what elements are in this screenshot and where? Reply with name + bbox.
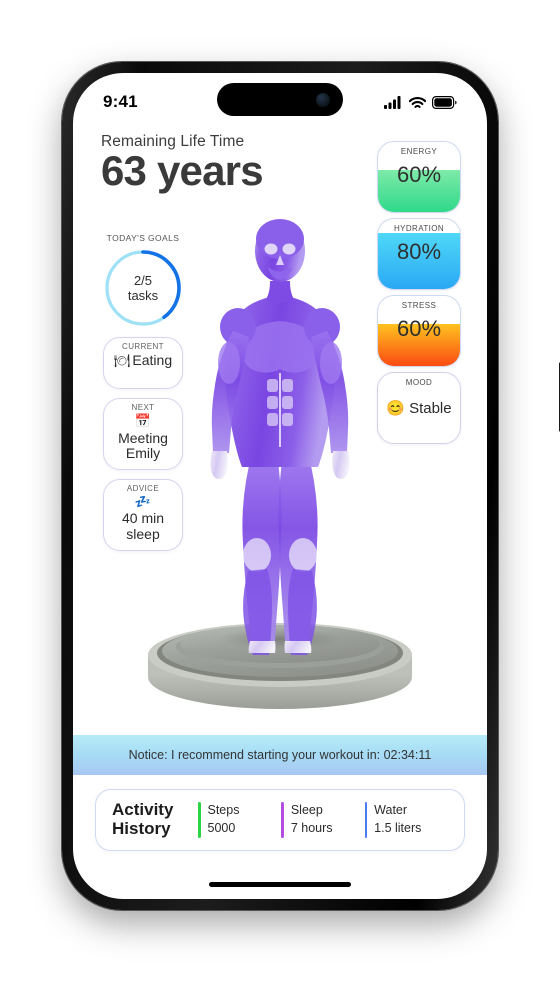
next-event-card[interactable]: NEXT 📅 Meeting Emily [103,398,183,470]
sleep-value: 7 hours [290,821,333,835]
plate-cutlery-icon: 🍽 [113,352,131,368]
hydration-label: HYDRATION [393,224,445,233]
mood-value-row: 😊 Stable [378,399,460,418]
activity-history-title: Activity History [112,800,174,838]
next-event-label: NEXT [131,403,155,412]
mood-stat-card[interactable]: MOOD 😊 Stable [377,372,461,444]
metric-water[interactable]: Water 1.5 liters [364,802,448,838]
stress-value: 60% [396,316,442,341]
left-metrics-column: TODAY'S GOALS 2/5 tasks CURRENT 🍽 Eating… [103,233,183,551]
goals-unit: tasks [127,288,159,303]
hydration-value: 80% [396,239,442,264]
right-metrics-column: ENERGY 60% HYDRATION 80% STRESS 60% MOOD [377,141,461,449]
advice-value-row: 💤 40 min sleep [109,493,177,543]
battery-icon [432,95,457,109]
steps-text: Steps 5000 [208,802,240,838]
steps-color-bar [198,802,201,838]
header: Remaining Life Time 63 years [101,133,264,194]
front-camera-icon [316,92,330,107]
todays-goals-widget[interactable]: TODAY'S GOALS 2/5 tasks [103,233,183,328]
water-value: 1.5 liters [374,821,422,835]
water-text: Water 1.5 liters [374,802,421,838]
stress-label: STRESS [401,301,437,310]
advice-value: 40 min sleep [121,510,165,543]
energy-stat-card[interactable]: ENERGY 60% [377,141,461,213]
wifi-icon [409,96,426,108]
phone-screen: 9:41 Remaining Life Time 63 years TODAY'… [73,73,487,899]
steps-value: 5000 [207,821,236,835]
mood-value: Stable [409,399,452,417]
metric-sleep[interactable]: Sleep 7 hours [281,802,364,838]
energy-label: ENERGY [400,147,438,156]
status-indicators [384,95,457,109]
goals-count: 2/5 [133,272,153,288]
energy-value: 60% [396,162,442,187]
steps-name: Steps [207,803,240,818]
cellular-signal-icon [384,95,401,109]
calendar-icon: 📅 [134,413,152,428]
current-activity-value: Eating [132,352,173,368]
goals-progress-ring[interactable]: 2/5 tasks [103,248,183,328]
status-time: 9:41 [103,92,138,111]
phone-frame: 9:41 Remaining Life Time 63 years TODAY'… [62,62,560,910]
remaining-lifetime-value: 63 years [101,147,264,194]
water-name: Water [374,803,408,818]
notice-banner[interactable]: Notice: I recommend starting your workou… [73,735,487,775]
current-activity-label: CURRENT [122,342,164,351]
sleep-text: Sleep 7 hours [291,802,333,838]
advice-card[interactable]: ADVICE 💤 40 min sleep [103,478,183,551]
sleep-name: Sleep [290,803,323,818]
activity-history-card[interactable]: Activity History Steps 5000 Sleep 7 hour… [95,789,465,851]
advice-label: ADVICE [126,483,160,493]
sleep-zzz-icon: 💤 [134,493,152,509]
app-content: Remaining Life Time 63 years TODAY'S GOA… [73,73,487,899]
home-indicator[interactable] [209,882,351,887]
water-color-bar [364,802,368,838]
todays-goals-label: TODAY'S GOALS [106,233,180,243]
sleep-color-bar [281,802,284,838]
next-event-value: Meeting Emily [118,429,168,462]
next-event-value-row: 📅 Meeting Emily [109,413,177,462]
stress-stat-card[interactable]: STRESS 60% [377,295,461,367]
goals-progress-text: 2/5 tasks [103,248,183,328]
current-activity-value-row: 🍽 Eating [109,352,177,369]
mood-label: MOOD [405,378,433,387]
notice-text: Notice: I recommend starting your workou… [128,748,432,762]
dynamic-island [217,83,343,116]
smiling-face-icon: 😊 [386,400,406,417]
metric-steps[interactable]: Steps 5000 [198,802,281,838]
hydration-stat-card[interactable]: HYDRATION 80% [377,218,461,290]
current-activity-card[interactable]: CURRENT 🍽 Eating [103,337,183,389]
